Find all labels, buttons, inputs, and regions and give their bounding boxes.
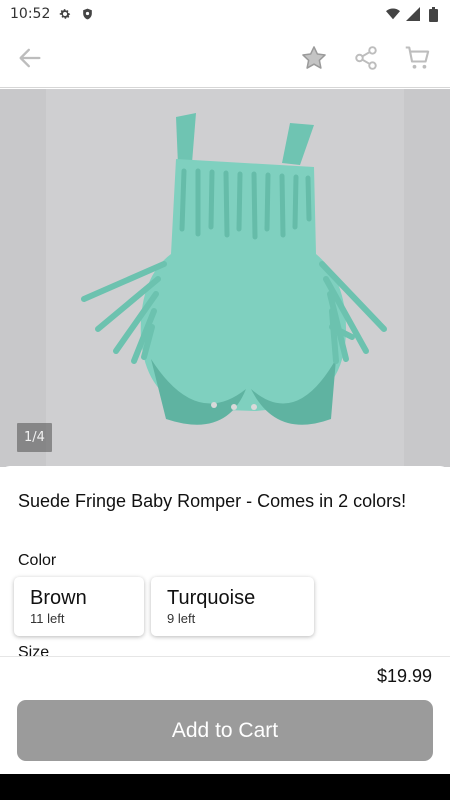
color-label: Color: [18, 552, 57, 569]
back-button[interactable]: [2, 30, 58, 86]
battery-icon: [426, 6, 440, 22]
favorite-button[interactable]: [288, 32, 340, 84]
color-option-stock: 11 left: [30, 611, 65, 626]
product-details-sheet: Suede Fringe Baby Romper - Comes in 2 co…: [0, 466, 450, 656]
color-option-turquoise[interactable]: Turquoise 9 left: [151, 577, 314, 636]
share-button[interactable]: [340, 32, 392, 84]
arrow-left-icon: [19, 48, 41, 67]
system-navigation-bar: [0, 774, 450, 800]
color-option-name: Turquoise: [167, 587, 256, 609]
product-photo: [81, 113, 387, 425]
product-image-gallery[interactable]: 1/4: [0, 89, 450, 467]
color-option-brown[interactable]: Brown 11 left: [14, 577, 144, 636]
signal-icon: [406, 7, 420, 21]
cart-button[interactable]: [392, 32, 444, 84]
image-counter: 1/4: [17, 423, 52, 452]
app-bar: [0, 28, 450, 88]
share-icon: [355, 45, 377, 70]
status-left: 10:52: [10, 6, 94, 22]
star-icon: [302, 45, 326, 69]
settings-icon: [58, 7, 72, 21]
color-option-name: Brown: [30, 587, 87, 609]
product-title: Suede Fringe Baby Romper - Comes in 2 co…: [18, 491, 407, 511]
product-price: $19.99: [376, 666, 432, 686]
status-time: 10:52: [10, 6, 51, 22]
status-bar: 10:52: [0, 0, 450, 28]
color-option-stock: 9 left: [167, 611, 196, 626]
add-to-cart-button[interactable]: Add to Cart: [17, 700, 433, 761]
app-bar-actions: [288, 32, 444, 84]
shield-icon: [80, 7, 94, 21]
purchase-footer: $19.99 Add to Cart: [0, 656, 450, 774]
size-label: Size: [18, 644, 50, 656]
status-right: [386, 6, 440, 22]
wifi-icon: [386, 7, 400, 21]
cart-icon: [405, 45, 430, 69]
